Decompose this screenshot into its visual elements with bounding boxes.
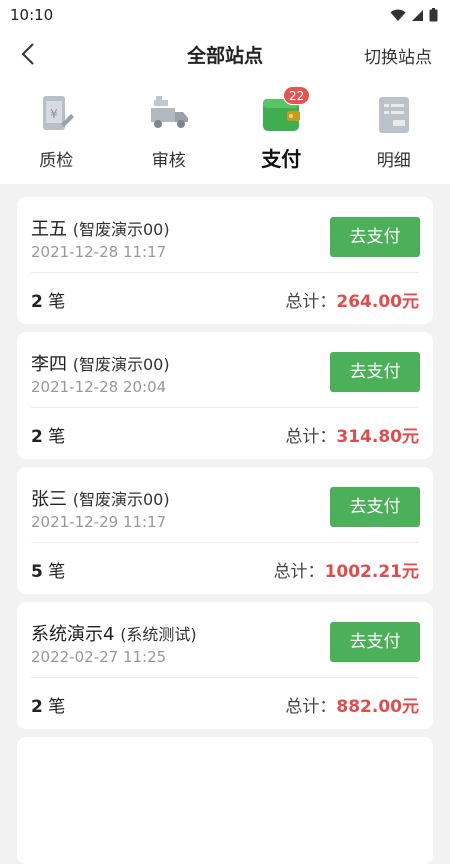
site-name: (智废演示00) — [73, 355, 170, 374]
tab-label: 明细 — [377, 146, 411, 171]
back-button[interactable] — [12, 38, 44, 70]
currency-unit: 元 — [402, 427, 419, 447]
site-name: (智废演示00) — [73, 220, 170, 239]
total-amount: 1002.21 — [325, 562, 402, 582]
tab-review[interactable]: 审核 — [113, 78, 226, 184]
payer-name: 张三 — [31, 489, 67, 510]
tab-details[interactable]: 明细 — [338, 78, 450, 184]
total-label: 总计： — [285, 292, 336, 312]
record-count: 2 — [31, 427, 43, 447]
detail-doc-icon — [373, 94, 415, 136]
switch-site-button[interactable]: 切换站点 — [364, 43, 432, 68]
divider — [31, 407, 419, 408]
record-time: 2022-02-27 11:25 — [31, 648, 166, 666]
payer-name: 李四 — [31, 354, 67, 375]
count-unit: 笔 — [48, 697, 65, 717]
record-count: 2 — [31, 697, 43, 717]
record-time: 2021-12-28 20:04 — [31, 378, 166, 396]
go-pay-button[interactable]: 去支付 — [330, 352, 420, 392]
currency-unit: 元 — [402, 697, 419, 717]
divider — [31, 542, 419, 543]
svg-text:¥: ¥ — [50, 107, 58, 121]
wifi-icon — [390, 9, 406, 22]
status-bar: 10:10 — [0, 0, 450, 30]
count-unit: 笔 — [48, 562, 65, 582]
count-unit: 笔 — [48, 292, 65, 312]
list-item: 王五 (智废演示00) 2021-12-28 11:17 去支付 2 笔 总计：… — [17, 197, 433, 324]
total-amount: 882.00 — [336, 697, 402, 717]
total-label: 总计： — [274, 562, 325, 582]
total-amount: 264.00 — [336, 292, 402, 312]
go-pay-button[interactable]: 去支付 — [330, 487, 420, 527]
tab-bar: ¥ 质检 审核 支付 明 — [0, 78, 450, 184]
currency-unit: 元 — [402, 292, 419, 312]
site-name: (系统测试) — [120, 625, 197, 644]
site-name: (智废演示00) — [73, 490, 170, 509]
total-label: 总计： — [285, 697, 336, 717]
go-pay-button[interactable]: 去支付 — [330, 217, 420, 257]
payer-name: 系统演示4 — [31, 624, 114, 645]
signal-icon — [411, 9, 424, 22]
payment-count-badge: 22 — [283, 86, 310, 105]
currency-unit: 元 — [402, 562, 419, 582]
record-count: 5 — [31, 562, 43, 582]
status-icons — [390, 8, 438, 22]
tab-payment[interactable]: 支付 — [225, 78, 338, 184]
go-pay-button[interactable]: 去支付 — [330, 622, 420, 662]
total-amount: 314.80 — [336, 427, 402, 447]
record-time: 2021-12-29 11:17 — [31, 513, 166, 531]
divider — [31, 677, 419, 678]
tab-label: 支付 — [261, 143, 301, 172]
list-item: 系统演示4 (系统测试) 2022-02-27 11:25 去支付 2 笔 总计… — [17, 602, 433, 729]
count-unit: 笔 — [48, 427, 65, 447]
page-title: 全部站点 — [187, 41, 263, 68]
nav-bar: 全部站点 切换站点 — [0, 30, 450, 78]
tab-label: 质检 — [39, 146, 73, 171]
truck-review-icon — [148, 94, 190, 136]
quality-check-icon: ¥ — [35, 94, 77, 136]
list-item: 张三 (智废演示00) 2021-12-29 11:17 去支付 5 笔 总计：… — [17, 467, 433, 594]
list-item: 李四 (智废演示00) 2021-12-28 20:04 去支付 2 笔 总计：… — [17, 332, 433, 459]
total-label: 总计： — [285, 427, 336, 447]
status-time: 10:10 — [10, 6, 53, 24]
tab-quality-check[interactable]: ¥ 质检 — [0, 78, 113, 184]
payer-name: 王五 — [31, 219, 67, 240]
list-item-partial — [17, 737, 433, 864]
divider — [31, 272, 419, 273]
record-time: 2021-12-28 11:17 — [31, 243, 166, 261]
chevron-left-icon — [21, 42, 35, 66]
record-count: 2 — [31, 292, 43, 312]
tab-label: 审核 — [152, 146, 186, 171]
battery-icon — [429, 8, 438, 22]
